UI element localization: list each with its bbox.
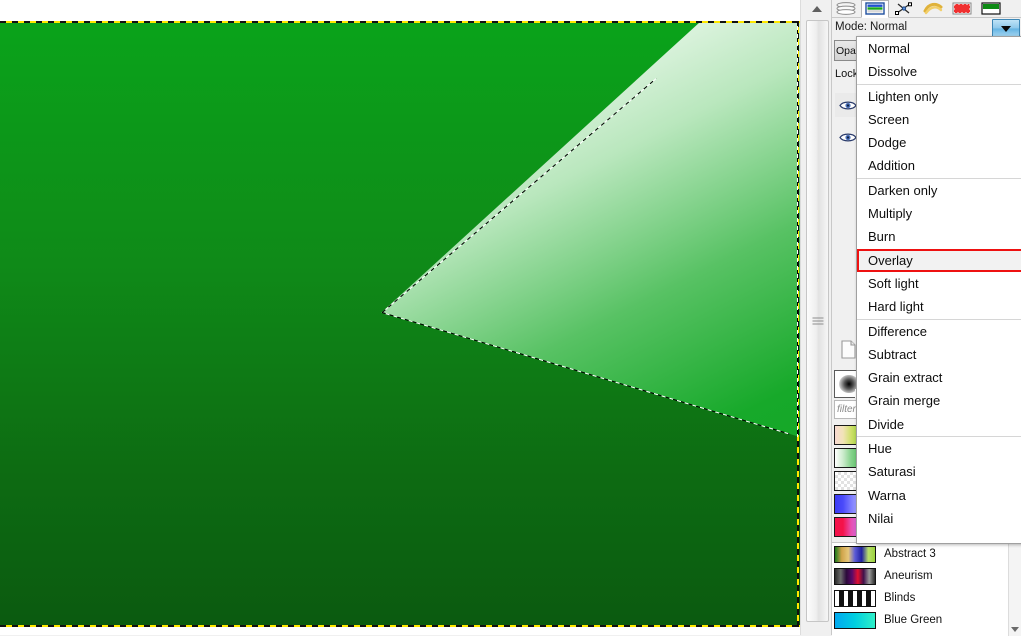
- eye-icon: [839, 133, 857, 141]
- mode-current-value: Normal: [870, 21, 908, 33]
- dock-tab-gradients[interactable]: [977, 0, 1005, 18]
- gradient-list-item[interactable]: Blinds: [832, 587, 1021, 609]
- gradient-preview-icon: [834, 545, 876, 563]
- menu-item-multiply[interactable]: Multiply: [857, 202, 1021, 225]
- gradient-list-item-label: Blue Green: [884, 614, 943, 626]
- menu-item-grain-merge[interactable]: Grain merge: [857, 389, 1021, 412]
- mode-label: Mode:: [835, 21, 867, 33]
- channels-icon: [865, 2, 885, 15]
- menu-item-normal[interactable]: Normal: [857, 37, 1021, 60]
- colormap-icon: [952, 2, 972, 15]
- chevron-down-icon: [1001, 25, 1011, 32]
- undo-history-icon: [923, 2, 943, 15]
- image-canvas[interactable]: [0, 0, 800, 635]
- menu-item-subtract[interactable]: Subtract: [857, 343, 1021, 366]
- gradient-list-item-label: Blinds: [884, 592, 916, 604]
- menu-item-hard-light[interactable]: Hard light: [857, 295, 1021, 318]
- gradients-list-scrollbar[interactable]: [1008, 543, 1021, 636]
- gradient-list-item[interactable]: Abstract 3: [832, 543, 1021, 565]
- scrollbar-grip-icon: [812, 317, 823, 325]
- gradient-preview-icon: [834, 589, 876, 607]
- gradient-list-item[interactable]: Blue Green: [832, 609, 1021, 631]
- menu-item-screen[interactable]: Screen: [857, 108, 1021, 131]
- menu-item-dodge[interactable]: Dodge: [857, 131, 1021, 154]
- blend-mode-dropdown-menu[interactable]: Normal Dissolve Lighten only Screen Dodge Add…: [856, 36, 1021, 544]
- menu-item-dissolve[interactable]: Dissolve: [857, 60, 1021, 83]
- dock-tab-undo-history[interactable]: [919, 0, 947, 18]
- triangle-up-icon: [811, 6, 822, 12]
- gradient-list-item-label: Abstract 3: [884, 548, 936, 560]
- scroll-up-arrow-icon[interactable]: [801, 0, 832, 18]
- dock-tab-colormap[interactable]: [948, 0, 976, 18]
- menu-item-lighten-only[interactable]: Lighten only: [857, 83, 1021, 108]
- gradient-list-item[interactable]: Aneurism: [832, 565, 1021, 587]
- menu-item-hue[interactable]: Hue: [857, 436, 1021, 460]
- gimp-window: Mode: Normal Opasi Lock: filter Normal D…: [0, 0, 1021, 636]
- menu-item-burn[interactable]: Burn: [857, 225, 1021, 248]
- dock-tab-strip[interactable]: [832, 0, 1021, 18]
- menu-item-divide[interactable]: Divide: [857, 413, 1021, 436]
- scroll-down-arrow-icon[interactable]: [1011, 627, 1019, 632]
- canvas-vertical-scrollbar[interactable]: [800, 0, 832, 635]
- layer-boundary-bottom: [0, 625, 800, 627]
- gradients-list-items[interactable]: Abstract 3 Aneurism Blinds Blue Green: [832, 543, 1021, 631]
- layers-icon: [836, 2, 856, 15]
- gradient-fill-region: [382, 22, 800, 437]
- menu-item-darken-only[interactable]: Darken only: [857, 177, 1021, 202]
- layer-boundary-top: [0, 21, 800, 23]
- dock-tab-channels[interactable]: [861, 0, 889, 18]
- paths-icon: [895, 2, 912, 15]
- gradient-list-item-label: Aneurism: [884, 570, 933, 582]
- selection-edge-right: [797, 22, 798, 437]
- menu-item-saturasi[interactable]: Saturasi: [857, 460, 1021, 483]
- menu-item-addition[interactable]: Addition: [857, 154, 1021, 177]
- gradient-preview-icon: [834, 567, 876, 585]
- gradients-icon: [981, 2, 1001, 15]
- menu-item-difference[interactable]: Difference: [857, 318, 1021, 343]
- gradient-preview-icon: [834, 611, 876, 629]
- menu-item-warna[interactable]: Warna: [857, 484, 1021, 507]
- dock-tab-layers[interactable]: [832, 0, 860, 18]
- menu-item-nilai[interactable]: Nilai: [857, 507, 1021, 530]
- menu-item-grain-extract[interactable]: Grain extract: [857, 366, 1021, 389]
- right-dock-panel: Mode: Normal Opasi Lock: filter Normal D…: [831, 0, 1021, 636]
- dock-tab-paths[interactable]: [890, 0, 918, 18]
- document-icon: [840, 339, 856, 359]
- eye-icon: [839, 101, 857, 109]
- blend-mode-row: Mode: Normal: [832, 18, 1021, 38]
- canvas-image-content[interactable]: [0, 22, 800, 627]
- menu-item-overlay[interactable]: Overlay: [857, 248, 1021, 272]
- gradients-list[interactable]: Abstract 3 Aneurism Blinds Blue Green: [832, 542, 1021, 636]
- scrollbar-thumb[interactable]: [806, 20, 829, 622]
- menu-item-soft-light[interactable]: Soft light: [857, 272, 1021, 295]
